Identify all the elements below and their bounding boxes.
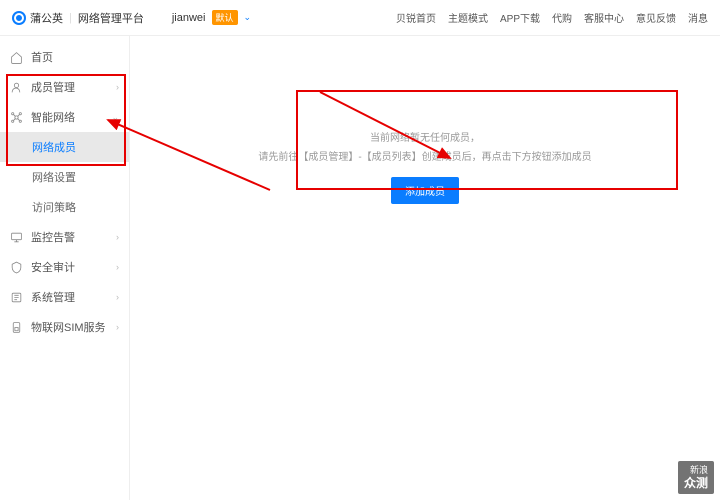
shield-icon [10,261,23,274]
sidebar-label: 网络成员 [32,139,76,155]
chevron-down-icon: ⌄ [111,112,119,123]
sidebar-item-sim[interactable]: 物联网SIM服务 › [0,312,129,342]
home-icon [10,51,23,64]
main-content: 当前网络暂无任何成员， 请先前往【成员管理】-【成员列表】创建成员后，再点击下方… [130,36,720,500]
sim-icon [10,321,23,334]
add-member-button[interactable]: 添加成员 [391,177,459,204]
network-icon [10,111,23,124]
nav-feedback[interactable]: 意见反馈 [636,10,676,25]
nav-support[interactable]: 客服中心 [584,10,624,25]
chevron-right-icon: › [116,232,119,242]
sidebar-label: 访问策略 [32,199,76,215]
sidebar-label: 首页 [31,49,53,65]
sidebar-label: 网络设置 [32,169,76,185]
sidebar-label: 安全审计 [31,259,75,275]
sidebar-item-monitor[interactable]: 监控告警 › [0,222,129,252]
empty-line1: 当前网络暂无任何成员， [258,129,592,144]
sidebar: 首页 成员管理 › 智能网络 ⌄ 网络成员 网络设置 访问策略 监控告警 › 安… [0,36,130,500]
platform-title: 网络管理平台 [78,10,144,26]
monitor-icon [10,231,23,244]
chevron-down-icon: ⌄ [244,12,252,23]
brand-name: 蒲公英 [30,10,63,26]
sidebar-item-network[interactable]: 智能网络 ⌄ [0,102,129,132]
top-bar: 蒲公英 | 网络管理平台 jianwei 默认 ⌄ 贝锐首页 主题模式 APP下… [0,0,720,36]
nav-messages[interactable]: 消息 [688,10,708,25]
chevron-right-icon: › [116,292,119,302]
nav-download[interactable]: APP下载 [500,10,540,25]
workspace-name: jianwei [172,12,206,24]
sidebar-item-system[interactable]: 系统管理 › [0,282,129,312]
brand-logo[interactable]: 蒲公英 [12,10,63,26]
nav-theme[interactable]: 主题模式 [448,10,488,25]
top-nav: 贝锐首页 主题模式 APP下载 代购 客服中心 意见反馈 消息 [396,10,708,25]
watermark: 新浪 众测 [678,461,714,494]
empty-line2: 请先前往【成员管理】-【成员列表】创建成员后，再点击下方按钮添加成员 [258,148,592,163]
sidebar-item-members[interactable]: 成员管理 › [0,72,129,102]
sidebar-item-home[interactable]: 首页 [0,42,129,72]
sidebar-sub-network-members[interactable]: 网络成员 [0,132,129,162]
sidebar-item-security[interactable]: 安全审计 › [0,252,129,282]
chevron-right-icon: › [116,322,119,332]
sidebar-label: 成员管理 [31,79,75,95]
workspace-selector[interactable]: jianwei 默认 ⌄ [172,10,251,25]
sidebar-label: 智能网络 [31,109,75,125]
workspace-badge: 默认 [212,10,238,25]
logo-icon [12,11,26,25]
sidebar-sub-network-settings[interactable]: 网络设置 [0,162,129,192]
chevron-right-icon: › [116,82,119,92]
sidebar-label: 系统管理 [31,289,75,305]
user-icon [10,81,23,94]
chevron-right-icon: › [116,262,119,272]
nav-buy[interactable]: 代购 [552,10,572,25]
sidebar-label: 监控告警 [31,229,75,245]
sidebar-label: 物联网SIM服务 [31,319,106,335]
empty-state: 当前网络暂无任何成员， 请先前往【成员管理】-【成员列表】创建成员后，再点击下方… [240,111,610,222]
nav-home[interactable]: 贝锐首页 [396,10,436,25]
watermark-l1: 新浪 [684,465,708,476]
sidebar-sub-access-policy[interactable]: 访问策略 [0,192,129,222]
divider: | [69,12,72,24]
system-icon [10,291,23,304]
watermark-l2: 众测 [684,476,708,490]
